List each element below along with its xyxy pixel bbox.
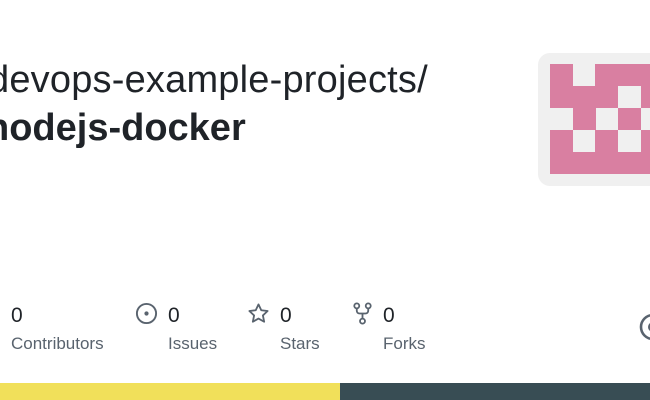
repo-name-link[interactable]: nodejs-docker	[0, 104, 246, 152]
language-segment-2	[340, 383, 650, 400]
stars-count: 0	[280, 304, 292, 327]
repo-owner-link[interactable]: devops-example-projects/	[0, 56, 428, 104]
contributors-label: Contributors	[11, 334, 104, 353]
stat-stars[interactable]: 0 Stars	[247, 302, 320, 353]
owner-avatar	[538, 53, 650, 186]
stars-label: Stars	[280, 334, 320, 353]
stat-contributors[interactable]: 0 Contributors	[11, 302, 104, 353]
forks-label: Forks	[383, 334, 426, 353]
star-icon	[247, 302, 270, 330]
issues-label: Issues	[168, 334, 218, 353]
fork-icon	[352, 302, 373, 330]
contributors-count: 0	[11, 304, 23, 327]
language-segment-1	[0, 383, 340, 400]
stat-forks[interactable]: 0 Forks	[352, 302, 426, 353]
forks-count: 0	[383, 304, 395, 327]
issues-count: 0	[168, 304, 180, 327]
issue-icon	[135, 302, 158, 330]
stat-issues[interactable]: 0 Issues	[135, 302, 217, 353]
github-logo-icon	[638, 312, 650, 347]
identicon-image	[550, 64, 650, 174]
